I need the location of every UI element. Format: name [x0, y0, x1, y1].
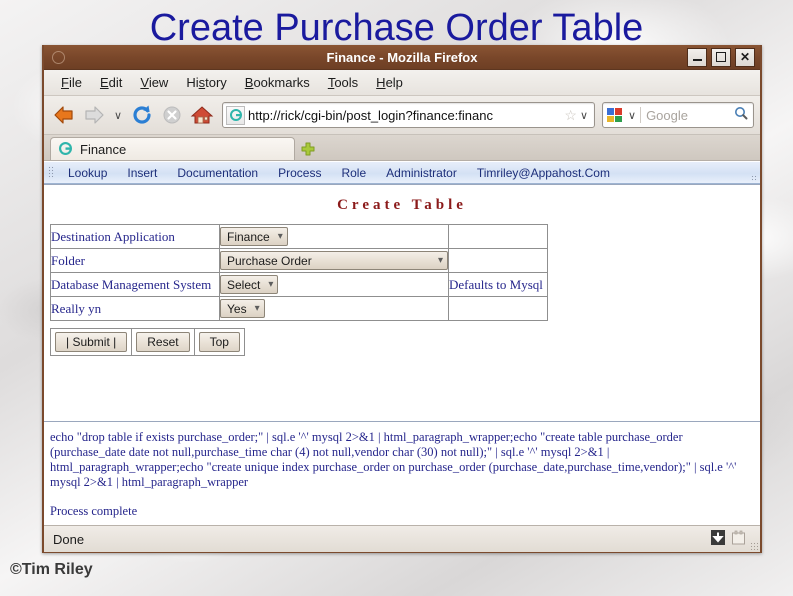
- google-icon[interactable]: [606, 107, 624, 123]
- form-table: Destination Application Finance ▾ Folder: [50, 224, 548, 321]
- button-row: | Submit | Reset Top: [49, 328, 245, 356]
- back-arrow-icon[interactable]: [50, 101, 78, 129]
- note-cell-empty-3: [448, 296, 548, 321]
- page-title: Create Purchase Order Table: [149, 7, 644, 49]
- copyright-label: ©Tim Riley: [10, 561, 93, 578]
- bookmark-toolbar: Lookup Insert Documentation Process Role…: [44, 161, 760, 184]
- select-folder[interactable]: Purchase Order ▾: [220, 251, 448, 270]
- new-tab-button[interactable]: [295, 137, 321, 160]
- menu-view[interactable]: View: [131, 73, 177, 92]
- toolbar-grip[interactable]: [48, 166, 54, 179]
- form-buttons: | Submit | Reset Top: [49, 328, 245, 356]
- create-table-form: Destination Application Finance ▾ Folder: [44, 224, 760, 356]
- bookmark-star-icon[interactable]: ☆: [561, 107, 580, 124]
- note-cell-empty-1: [448, 224, 548, 249]
- bookmark-process[interactable]: Process: [268, 166, 331, 180]
- table-row: Folder Purchase Order ▾: [50, 248, 548, 273]
- forward-arrow-icon: [80, 101, 108, 129]
- select-database-management-system[interactable]: Select ▾: [220, 275, 279, 294]
- browser-chrome: File Edit View History Bookmarks Tools H…: [44, 70, 760, 552]
- site-favicon-icon: [226, 105, 245, 125]
- chevron-down-icon: ▾: [437, 254, 443, 266]
- window-controls: ✕: [687, 47, 755, 67]
- status-text: Done: [53, 531, 85, 547]
- close-button[interactable]: ✕: [735, 47, 755, 67]
- tab-finance[interactable]: Finance: [50, 137, 295, 160]
- url-dropdown-icon[interactable]: ∨: [580, 109, 591, 122]
- field-destination-application: Finance ▾: [219, 224, 449, 249]
- field-folder: Purchase Order ▾: [219, 248, 449, 273]
- table-row: Destination Application Finance ▾: [50, 224, 548, 249]
- page-content: Create Table Destination Application Fin…: [44, 184, 760, 525]
- window-menu-icon[interactable]: [52, 50, 65, 64]
- download-arrow-icon[interactable]: [711, 530, 725, 548]
- chevron-down-icon: ▾: [277, 230, 283, 242]
- toolbar-resize-grip[interactable]: [751, 175, 758, 182]
- output-status-text: Process complete: [50, 504, 138, 518]
- menu-edit[interactable]: Edit: [91, 73, 131, 92]
- window-title: Finance - Mozilla Firefox: [326, 49, 478, 65]
- submit-button[interactable]: | Submit |: [55, 332, 128, 352]
- note-defaults-to-mysql: Defaults to Mysql: [448, 272, 548, 297]
- menu-tools[interactable]: Tools: [319, 73, 367, 92]
- navigation-toolbar: ∨ http://rick/cgi-bin/post_login?finance…: [44, 96, 760, 135]
- search-icon[interactable]: [734, 106, 753, 125]
- label-destination-application: Destination Application: [50, 224, 220, 249]
- search-engine-dropdown-icon[interactable]: ∨: [624, 109, 640, 122]
- window-resize-grip[interactable]: [750, 542, 758, 550]
- search-input[interactable]: Google: [641, 108, 734, 123]
- table-row: Database Management System Select ▾ Defa…: [50, 272, 548, 297]
- select-destination-application[interactable]: Finance ▾: [220, 227, 288, 246]
- home-icon[interactable]: [188, 101, 216, 129]
- output-command-text: echo "drop table if exists purchase_orde…: [50, 430, 737, 489]
- url-text[interactable]: http://rick/cgi-bin/post_login?finance:f…: [248, 108, 561, 123]
- label-really-yn: Really yn: [50, 296, 220, 321]
- output-area: echo "drop table if exists purchase_orde…: [44, 422, 760, 519]
- stop-icon: [158, 101, 186, 129]
- reload-icon[interactable]: [128, 101, 156, 129]
- search-bar[interactable]: ∨ Google: [602, 102, 754, 128]
- content-heading: Create Table: [337, 197, 467, 213]
- maximize-button[interactable]: [711, 47, 731, 67]
- label-database-management-system: Database Management System: [50, 272, 220, 297]
- url-bar[interactable]: http://rick/cgi-bin/post_login?finance:f…: [222, 102, 595, 128]
- menu-file[interactable]: File: [52, 73, 91, 92]
- bookmark-user-email[interactable]: Timriley@Appahost.Com: [467, 166, 620, 180]
- bookmark-insert[interactable]: Insert: [117, 166, 167, 180]
- select-value: Select: [227, 277, 261, 292]
- submit-cell: | Submit |: [49, 328, 133, 356]
- chevron-down-icon: ▾: [268, 278, 274, 290]
- menu-bookmarks[interactable]: Bookmarks: [236, 73, 319, 92]
- select-value: Finance: [227, 229, 270, 244]
- bookmark-role[interactable]: Role: [331, 166, 376, 180]
- tab-strip: Finance: [44, 135, 760, 161]
- bookmark-lookup[interactable]: Lookup: [58, 166, 117, 180]
- tab-label: Finance: [80, 141, 127, 157]
- menu-help[interactable]: Help: [367, 73, 412, 92]
- bookmark-administrator[interactable]: Administrator: [376, 166, 467, 180]
- select-value: Purchase Order: [227, 253, 312, 268]
- chevron-down-icon: ▾: [254, 302, 260, 314]
- top-button[interactable]: Top: [198, 332, 240, 352]
- select-really-yn[interactable]: Yes ▾: [220, 299, 265, 318]
- field-database-management-system: Select ▾: [219, 272, 449, 297]
- menu-history[interactable]: History: [177, 73, 235, 92]
- history-dropdown-icon[interactable]: ∨: [110, 109, 126, 122]
- label-folder: Folder: [50, 248, 220, 273]
- tab-favicon-icon: [59, 141, 74, 157]
- browser-window: Finance - Mozilla Firefox ✕ File Edit Vi…: [42, 45, 762, 553]
- table-row: Really yn Yes ▾: [50, 296, 548, 321]
- minimize-button[interactable]: [687, 47, 707, 67]
- reset-button[interactable]: Reset: [136, 332, 190, 352]
- status-bar: Done: [44, 525, 760, 552]
- field-really-yn: Yes ▾: [219, 296, 449, 321]
- bookmark-documentation[interactable]: Documentation: [167, 166, 268, 180]
- window-titlebar: Finance - Mozilla Firefox ✕: [44, 45, 760, 70]
- top-cell: Top: [193, 328, 245, 356]
- menu-bar: File Edit View History Bookmarks Tools H…: [44, 70, 760, 96]
- note-cell-empty-2: [448, 248, 548, 273]
- reset-cell: Reset: [131, 328, 195, 356]
- select-value: Yes: [227, 301, 247, 316]
- notepad-icon[interactable]: [731, 530, 746, 548]
